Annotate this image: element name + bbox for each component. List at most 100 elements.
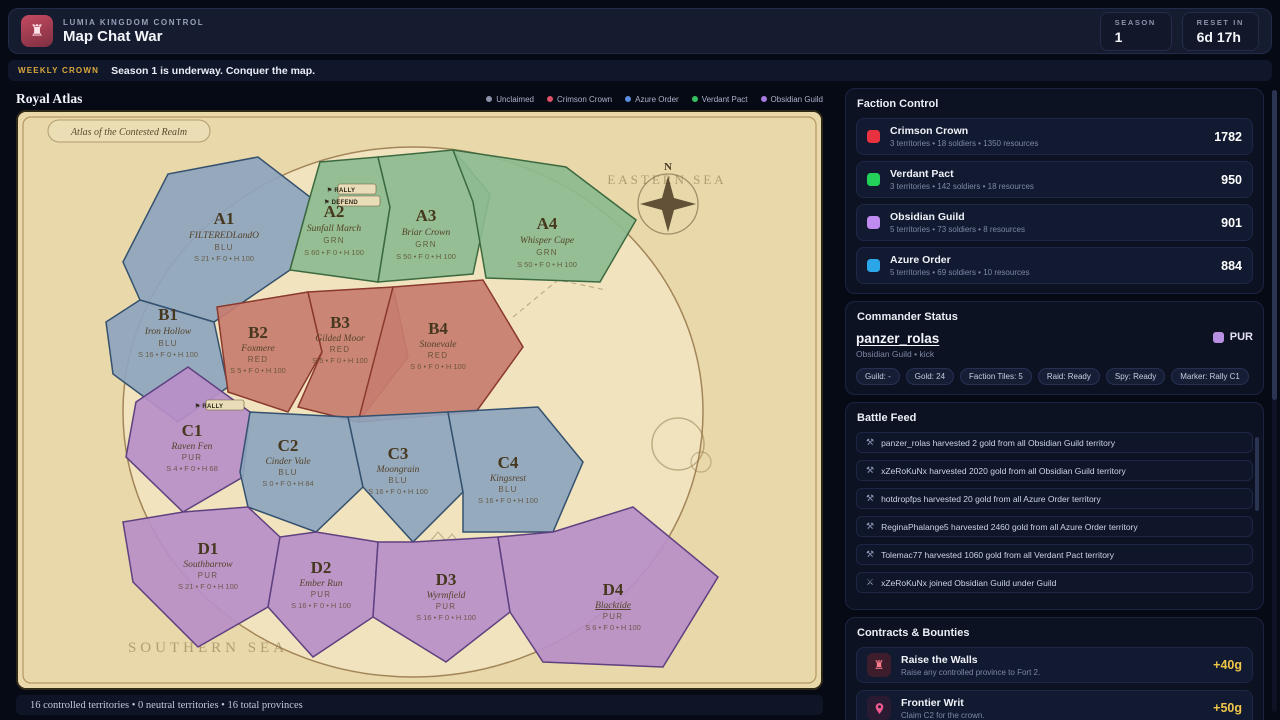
commander-subtitle: Obsidian Guild • kick [856, 349, 935, 359]
faction-detail: 5 territories • 73 soldiers • 8 resource… [890, 225, 1025, 234]
svg-text:S 50 • F 0 • H 100: S 50 • F 0 • H 100 [396, 252, 456, 261]
svg-text:PUR: PUR [198, 571, 219, 580]
svg-text:BLU: BLU [498, 485, 517, 494]
royal-atlas-map[interactable]: EASTERN SEA SOUTHERN SEA N A1 FILTEREDLa… [16, 110, 823, 690]
faction-control-title: Faction Control [857, 98, 939, 110]
swords-icon: ⚔ [866, 577, 875, 587]
svg-text:Sunfall March: Sunfall March [307, 223, 362, 234]
svg-text:GRN: GRN [323, 236, 344, 245]
svg-text:Cinder Vale: Cinder Vale [265, 457, 310, 467]
svg-text:C3: C3 [388, 444, 409, 463]
legend-dot [547, 96, 553, 102]
feed-entry: ⚒ xZeRoKuNx harvested 2020 gold from all… [856, 460, 1253, 481]
svg-text:PUR: PUR [311, 590, 332, 599]
reset-stat: RESET IN 6d 17h [1181, 11, 1259, 51]
faction-swatch [867, 173, 880, 186]
feed-entry: ⚒ ReginaPhalange5 harvested 2460 gold fr… [856, 516, 1253, 537]
chip-spy: Spy: Ready [1105, 368, 1166, 385]
feed-text: hotdropfps harvested 20 gold from all Az… [881, 493, 1101, 504]
faction-control-panel: Faction Control Crimson Crown 3 territori… [845, 88, 1264, 294]
svg-text:Raven Fen: Raven Fen [171, 442, 213, 452]
commander-faction-tag: PUR [1212, 331, 1253, 343]
svg-text:D2: D2 [311, 558, 332, 577]
map-title: Royal Atlas [16, 91, 83, 106]
faction-name: Obsidian Guild [890, 211, 965, 223]
feed-text: Tolemac77 harvested 1060 gold from all V… [881, 549, 1115, 560]
svg-text:S 16 • F 0 • H 100: S 16 • F 0 • H 100 [138, 350, 198, 359]
svg-text:⚑ DEFEND: ⚑ DEFEND [324, 199, 358, 206]
harvest-icon: ⚒ [866, 549, 875, 559]
pin-icon [867, 696, 891, 720]
svg-text:S 21 • F 0 • H 100: S 21 • F 0 • H 100 [194, 254, 254, 263]
legend-item-unclaimed: Unclaimed [486, 95, 534, 104]
contract-desc: Raise any controlled province to Fort 2. [901, 667, 1041, 677]
season-label: SEASON [1114, 17, 1156, 27]
faction-score: 1782 [1214, 129, 1242, 144]
reset-label: RESET IN [1196, 17, 1244, 27]
season-banner: WEEKLY CROWN Season 1 is underway. Conqu… [8, 60, 1272, 81]
svg-text:S 21 • F 0 • H 100: S 21 • F 0 • H 100 [178, 582, 238, 591]
svg-text:Atlas of the Contested Realm: Atlas of the Contested Realm [70, 127, 187, 138]
scrollbar-thumb[interactable] [1272, 90, 1277, 400]
header-stats: SEASON 1 RESET IN 6d 17h [1099, 11, 1259, 51]
faction-score: 950 [1221, 172, 1242, 187]
faction-swatch [1212, 331, 1224, 343]
season-banner-text: Season 1 is underway. Conquer the map. [111, 64, 316, 77]
map-status-bar: 16 controlled territories • 0 neutral te… [16, 695, 823, 715]
faction-row-crimson[interactable]: Crimson Crown 3 territories • 18 soldiers… [856, 118, 1253, 155]
faction-row-obsidian[interactable]: Obsidian Guild 5 territories • 73 soldier… [856, 204, 1253, 241]
commander-name[interactable]: panzer_rolas [856, 331, 939, 346]
svg-text:Moongrain: Moongrain [376, 465, 420, 475]
faction-row-verdant[interactable]: Verdant Pact 3 territories • 142 soldiers… [856, 161, 1253, 198]
legend-dot [625, 96, 632, 102]
svg-text:S 0 • F 0 • H 84: S 0 • F 0 • H 84 [262, 479, 314, 488]
chip-guild: Guild: - [856, 368, 900, 385]
app-title: Map Chat War [63, 27, 163, 45]
feed-text: panzer_rolas harvested 2 gold from all O… [881, 437, 1115, 448]
weekly-crown-tag: WEEKLY CROWN [18, 66, 100, 75]
battle-feed-title: Battle Feed [857, 412, 917, 424]
commander-status-panel: Commander Status panzer_rolas Obsidian G… [845, 301, 1264, 395]
feed-entry: ⚒ hotdropfps harvested 20 gold from all … [856, 488, 1253, 509]
map-badge: Atlas of the Contested Realm [47, 119, 211, 143]
contract-name: Raise the Walls [901, 653, 978, 666]
svg-text:S 5 • F 0 • H 100: S 5 • F 0 • H 100 [312, 356, 368, 365]
svg-text:S 16 • F 0 • H 100: S 16 • F 0 • H 100 [368, 487, 428, 496]
legend-item-crimson: Crimson Crown [547, 95, 612, 104]
svg-text:⚑ RALLY: ⚑ RALLY [195, 403, 224, 410]
svg-text:S 6 • F 0 • H 100: S 6 • F 0 • H 100 [410, 362, 466, 371]
svg-text:BLU: BLU [388, 476, 407, 485]
svg-text:RED: RED [248, 355, 269, 364]
svg-text:S 16 • F 0 • H 100: S 16 • F 0 • H 100 [291, 601, 351, 610]
contract-reward: +40g [1213, 658, 1242, 672]
svg-text:BLU: BLU [278, 468, 297, 477]
svg-text:C1: C1 [182, 421, 203, 440]
harvest-icon: ⚒ [866, 437, 875, 447]
battle-feed-scrollbar[interactable] [1255, 437, 1259, 511]
legend-dot [691, 96, 698, 102]
svg-text:D3: D3 [436, 570, 457, 589]
contract-frontier-writ[interactable]: Frontier Writ Claim C2 for the crown. +50… [856, 690, 1253, 720]
svg-text:Blacktide: Blacktide [595, 601, 631, 611]
svg-text:PUR: PUR [603, 612, 624, 621]
castle-icon: ♜ [867, 653, 891, 677]
contract-raise-the-walls[interactable]: ♜ Raise the Walls Raise any controlled pr… [856, 647, 1253, 683]
svg-text:Gilded Moor: Gilded Moor [315, 334, 365, 344]
svg-text:Stonevale: Stonevale [420, 340, 457, 350]
faction-row-azure[interactable]: Azure Order 5 territories • 69 soldiers •… [856, 247, 1253, 284]
feed-text: xZeRoKuNx joined Obsidian Guild under Gu… [881, 577, 1057, 588]
svg-text:PUR: PUR [182, 453, 203, 462]
feed-entry: ⚒ panzer_rolas harvested 2 gold from all… [856, 432, 1253, 453]
svg-text:RED: RED [428, 351, 449, 360]
page-scrollbar[interactable] [1272, 90, 1277, 712]
faction-legend: Unclaimed Crimson Crown Azure Order Verd… [486, 95, 823, 104]
right-sidebar: Faction Control Crimson Crown 3 territori… [845, 88, 1264, 720]
legend-item-obsidian: Obsidian Guild [760, 95, 823, 104]
harvest-icon: ⚒ [866, 493, 875, 503]
battle-feed-panel: Battle Feed ⚒ panzer_rolas harvested 2 g… [845, 402, 1264, 610]
contract-reward: +50g [1213, 701, 1242, 715]
faction-swatch [867, 259, 880, 272]
svg-text:B1: B1 [158, 305, 178, 324]
svg-text:RED: RED [330, 345, 351, 354]
svg-text:FILTEREDLandO: FILTEREDLandO [188, 231, 259, 241]
